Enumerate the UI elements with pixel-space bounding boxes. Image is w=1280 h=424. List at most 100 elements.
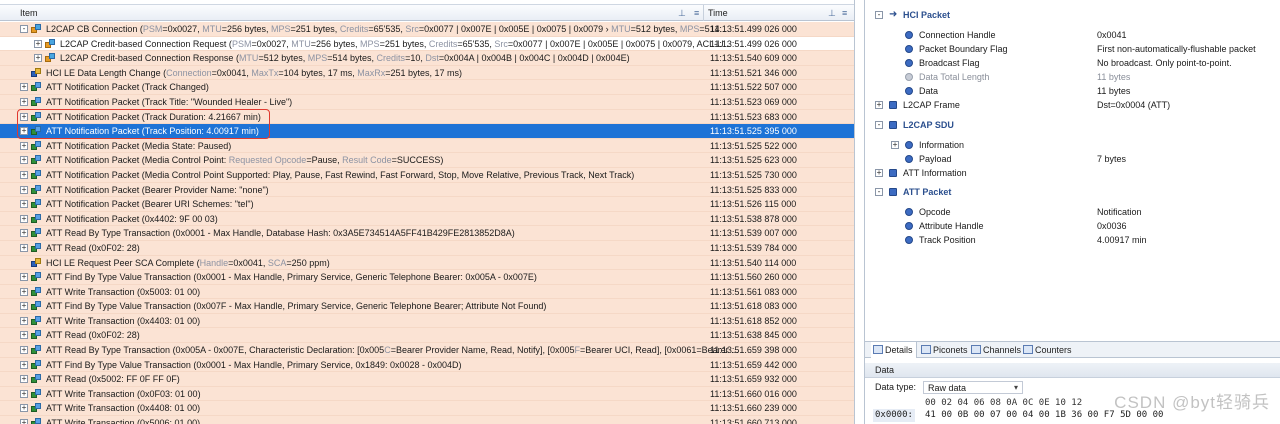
expand-icon[interactable]: + — [20, 83, 28, 92]
expand-icon[interactable]: + — [20, 112, 28, 121]
packet-row[interactable]: + ATT Read By Type Transaction (0x0001 - … — [0, 226, 854, 241]
tab-channels[interactable]: Channels — [969, 342, 1021, 358]
detail-row[interactable]: Track Position 4.00917 min — [865, 233, 1280, 247]
time-column-label: Time — [708, 8, 728, 18]
expand-icon[interactable]: + — [20, 214, 28, 223]
packet-row[interactable]: + ATT Notification Packet (Track Changed)… — [0, 80, 854, 95]
detail-row[interactable]: Data 11 bytes — [865, 84, 1280, 98]
item-column-header[interactable]: Item — [16, 5, 704, 21]
detail-row[interactable]: - L2CAP SDU — [865, 118, 1280, 132]
detail-row[interactable]: Connection Handle 0x0041 — [865, 28, 1280, 42]
expand-icon[interactable]: + — [20, 229, 28, 238]
pin-icon[interactable]: ⊥ — [828, 5, 836, 21]
expand-icon[interactable]: + — [20, 302, 28, 311]
packet-row[interactable]: HCI LE Data Length Change (Connection=0x… — [0, 65, 854, 81]
tab-counters[interactable]: Counters — [1021, 342, 1077, 358]
tab-counters-label: Counters — [1035, 345, 1072, 355]
packet-row[interactable]: + ATT Write Transaction (0x4403: 01 00) 11… — [0, 313, 854, 329]
detail-value: 7 bytes — [1097, 154, 1127, 164]
expand-icon[interactable]: + — [20, 346, 28, 355]
expand-icon[interactable]: + — [20, 243, 28, 252]
packet-row[interactable]: + ATT Notification Packet (Media State: P… — [0, 138, 854, 154]
field-icon — [905, 222, 913, 230]
detail-row[interactable]: Opcode Notification — [865, 205, 1280, 219]
detail-row[interactable]: - ATT Packet — [865, 185, 1280, 199]
expand-icon[interactable]: + — [20, 331, 28, 340]
packet-row[interactable]: + ATT Notification Packet (Track Position… — [0, 124, 854, 139]
packet-row[interactable]: + L2CAP Credit-based Connection Response … — [0, 51, 854, 66]
packet-summary: ATT Notification Packet (Media State: Pa… — [46, 140, 232, 151]
expand-icon[interactable]: + — [34, 39, 42, 48]
packet-row[interactable]: - L2CAP CB Connection (PSM=0x0027, MTU=25… — [0, 22, 854, 37]
pin-icon[interactable]: ⊥ — [678, 5, 686, 21]
packet-summary: ATT Write Transaction (0x5003: 01 00) — [46, 286, 201, 297]
detail-row[interactable]: Broadcast Flag No broadcast. Only point-t… — [865, 56, 1280, 70]
packet-row[interactable]: + ATT Read (0x0F02: 28) 11:13:51.638 845 0… — [0, 328, 854, 344]
expand-icon[interactable]: + — [20, 185, 28, 194]
packet-row[interactable]: + ATT Find By Type Value Transaction (0x0… — [0, 357, 854, 373]
detail-row[interactable]: + L2CAP Frame Dst=0x0004 (ATT) — [865, 98, 1280, 112]
packet-row[interactable]: + ATT Read By Type Transaction (0x005A - … — [0, 343, 854, 358]
hex-column-offsets: 00 02 04 06 08 0A 0C 0E 10 12 — [925, 398, 1083, 408]
packet-row[interactable]: + ATT Write Transaction (0x0F03: 01 00) 11… — [0, 386, 854, 402]
tab-details[interactable]: Details — [871, 342, 917, 358]
data-type-select[interactable]: Raw data ▾ — [923, 381, 1023, 394]
expand-icon[interactable]: + — [20, 141, 28, 150]
tab-piconets[interactable]: Piconets — [919, 342, 969, 358]
att-packet-icon — [31, 315, 42, 326]
expand-icon[interactable]: + — [20, 273, 28, 282]
packet-row[interactable]: + ATT Notification Packet (Bearer Provide… — [0, 182, 854, 198]
detail-row[interactable]: + Information — [865, 138, 1280, 152]
expand-icon[interactable]: + — [875, 101, 883, 109]
expand-icon[interactable]: + — [20, 389, 28, 398]
packet-time: 11:13:51.499 026 000 — [710, 24, 797, 34]
packet-row[interactable]: + ATT Find By Type Value Transaction (0x0… — [0, 270, 854, 285]
detail-row[interactable]: Attribute Handle 0x0036 — [865, 219, 1280, 233]
expand-icon[interactable]: + — [20, 156, 28, 165]
packet-row[interactable]: + ATT Notification Packet (Media Control … — [0, 167, 854, 183]
expand-icon[interactable]: + — [20, 170, 28, 179]
expand-icon[interactable]: + — [20, 287, 28, 296]
detail-row[interactable]: Packet Boundary Flag First non-automatica… — [865, 42, 1280, 56]
packet-row[interactable]: + ATT Find By Type Value Transaction (0x0… — [0, 299, 854, 314]
expand-icon[interactable]: + — [20, 200, 28, 209]
packet-row[interactable]: HCI LE Request Peer SCA Complete (Handle… — [0, 255, 854, 271]
collapse-icon[interactable]: - — [875, 121, 883, 129]
packet-list-pane: Item ⊥ ≡ Time ⊥ ≡ - L2CAP CB Connection (… — [0, 0, 855, 424]
detail-row[interactable]: Payload 7 bytes — [865, 152, 1280, 166]
packet-row[interactable]: + ATT Notification Packet (Track Duration… — [0, 109, 854, 125]
detail-row[interactable]: - ➜ HCI Packet — [865, 8, 1280, 22]
packet-row[interactable]: + ATT Notification Packet (0x4402: 9F 00 … — [0, 211, 854, 227]
packet-row[interactable]: + L2CAP Credit-based Connection Request (… — [0, 36, 854, 52]
expand-icon[interactable]: + — [20, 127, 28, 136]
packet-row[interactable]: + ATT Notification Packet (Bearer URI Sch… — [0, 197, 854, 212]
detail-row[interactable]: + ATT Information — [865, 166, 1280, 180]
packet-row[interactable]: + ATT Read (0x5002: FF 0F FF 0F) 11:13:51.… — [0, 372, 854, 387]
detail-row[interactable]: Data Total Length 11 bytes — [865, 70, 1280, 84]
collapse-icon[interactable]: - — [20, 25, 28, 33]
expand-icon[interactable]: + — [891, 141, 899, 149]
expand-icon[interactable]: + — [875, 169, 883, 177]
packet-row[interactable]: + ATT Read (0x0F02: 28) 11:13:51.539 784 0… — [0, 240, 854, 256]
expand-icon[interactable]: + — [20, 419, 28, 424]
collapse-icon[interactable]: - — [875, 188, 883, 196]
packet-summary: ATT Find By Type Value Transaction (0x00… — [46, 359, 462, 370]
expand-icon[interactable]: + — [20, 404, 28, 413]
expand-icon[interactable]: + — [34, 54, 42, 63]
scroll-icon[interactable]: ≡ — [842, 5, 847, 21]
packet-row[interactable]: + ATT Write Transaction (0x5003: 01 00) 11… — [0, 284, 854, 300]
packet-row[interactable]: + ATT Notification Packet (Media Control … — [0, 153, 854, 168]
expand-icon[interactable]: + — [20, 360, 28, 369]
packet-time: 11:13:51.660 239 000 — [710, 403, 797, 414]
packet-row[interactable]: + ATT Write Transaction (0x5006: 01 00) 11… — [0, 416, 854, 424]
collapse-icon[interactable]: - — [875, 11, 883, 19]
packet-row[interactable]: + ATT Write Transaction (0x4408: 01 00) 11… — [0, 401, 854, 417]
att-packet-icon — [31, 272, 42, 282]
expand-icon[interactable]: + — [20, 316, 28, 325]
detail-label: Broadcast Flag — [919, 58, 980, 68]
expand-icon[interactable]: + — [20, 375, 28, 384]
packet-row[interactable]: + ATT Notification Packet (Track Title: "… — [0, 94, 854, 110]
scroll-icon[interactable]: ≡ — [694, 5, 699, 21]
att-packet-icon — [31, 345, 42, 355]
expand-icon[interactable]: + — [20, 97, 28, 106]
